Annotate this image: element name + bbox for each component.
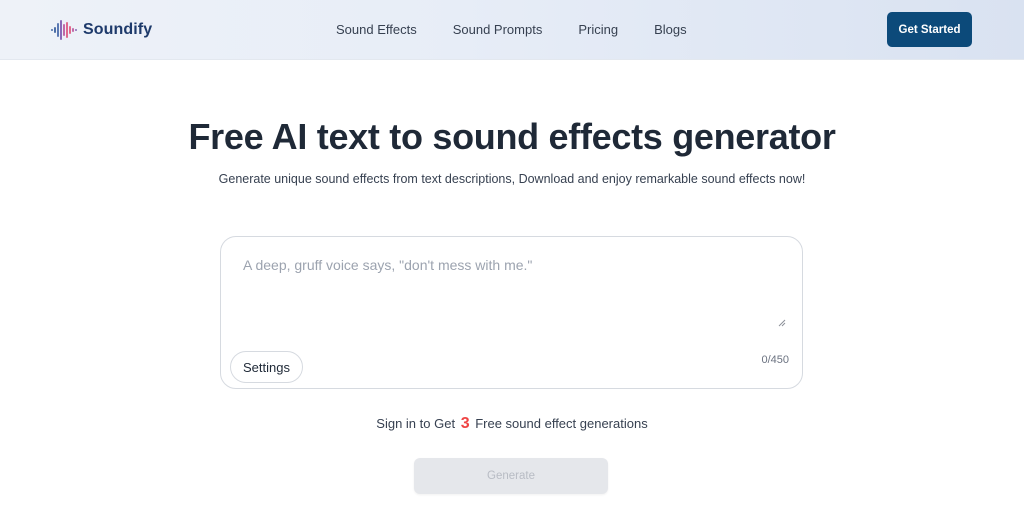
character-counter: 0/450 <box>761 354 789 366</box>
page-subtitle: Generate unique sound effects from text … <box>218 172 806 186</box>
nav-item-blogs[interactable]: Blogs <box>654 21 687 39</box>
signin-suffix: Free sound effect generations <box>475 416 648 431</box>
waveform-icon <box>51 20 77 40</box>
signin-prefix: Sign in to Get <box>376 416 456 431</box>
nav-item-pricing[interactable]: Pricing <box>578 21 618 39</box>
signin-note: Sign in to Get 3 Free sound effect gener… <box>0 415 1024 433</box>
top-header: Soundify Sound Effects Sound Prompts Pri… <box>0 0 1024 60</box>
prompt-card: Settings 0/450 <box>220 236 803 389</box>
brand-logo[interactable]: Soundify <box>51 17 152 43</box>
settings-button[interactable]: Settings <box>230 351 303 383</box>
prompt-input[interactable] <box>243 257 789 329</box>
nav-item-sound-prompts[interactable]: Sound Prompts <box>453 21 543 39</box>
brand-name: Soundify <box>83 21 153 38</box>
nav-item-sound-effects[interactable]: Sound Effects <box>336 21 417 39</box>
resize-grip-icon[interactable] <box>778 319 786 327</box>
generate-button[interactable]: Generate <box>414 458 608 494</box>
get-started-button[interactable]: Get Started <box>887 12 972 47</box>
free-generations-count: 3 <box>460 415 470 432</box>
page-title: Free AI text to sound effects generator <box>188 116 836 157</box>
main-nav: Sound Effects Sound Prompts Pricing Blog… <box>336 21 723 39</box>
